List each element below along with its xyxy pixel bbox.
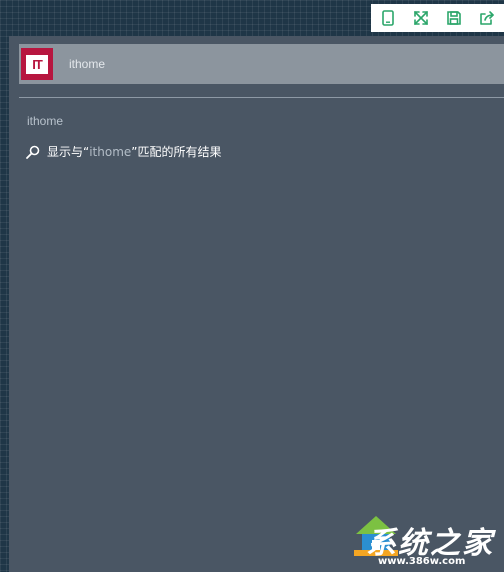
tablet-icon bbox=[381, 10, 394, 26]
watermark-url: www.386w.com bbox=[378, 556, 466, 567]
share-button[interactable] bbox=[475, 6, 499, 30]
expand-icon bbox=[414, 11, 428, 25]
ithome-app-logo[interactable]: IT bbox=[21, 48, 53, 80]
search-box[interactable]: IT bbox=[19, 44, 504, 84]
share-icon bbox=[480, 11, 495, 25]
search-input[interactable] bbox=[69, 57, 449, 71]
site-watermark: 系统之家 www.386w.com bbox=[352, 516, 504, 572]
save-icon bbox=[447, 11, 461, 25]
floating-toolbar bbox=[371, 4, 504, 32]
show-all-results-item[interactable]: 显示与“ithome”匹配的所有结果 bbox=[25, 143, 222, 160]
save-button[interactable] bbox=[442, 6, 466, 30]
tablet-view-button[interactable] bbox=[376, 6, 400, 30]
result-query: ithome bbox=[89, 145, 132, 159]
fullscreen-button[interactable] bbox=[409, 6, 433, 30]
ithome-logo-icon: IT bbox=[26, 54, 48, 74]
search-panel: IT ithome 显示与“ithome”匹配的所有结果 bbox=[9, 36, 504, 572]
result-prefix: 显示与“ bbox=[47, 145, 90, 159]
results-section-header: ithome bbox=[27, 114, 64, 128]
divider bbox=[19, 97, 504, 98]
show-all-results-label: 显示与“ithome”匹配的所有结果 bbox=[47, 143, 222, 160]
result-suffix: ”匹配的所有结果 bbox=[131, 145, 222, 159]
search-icon bbox=[26, 145, 40, 159]
